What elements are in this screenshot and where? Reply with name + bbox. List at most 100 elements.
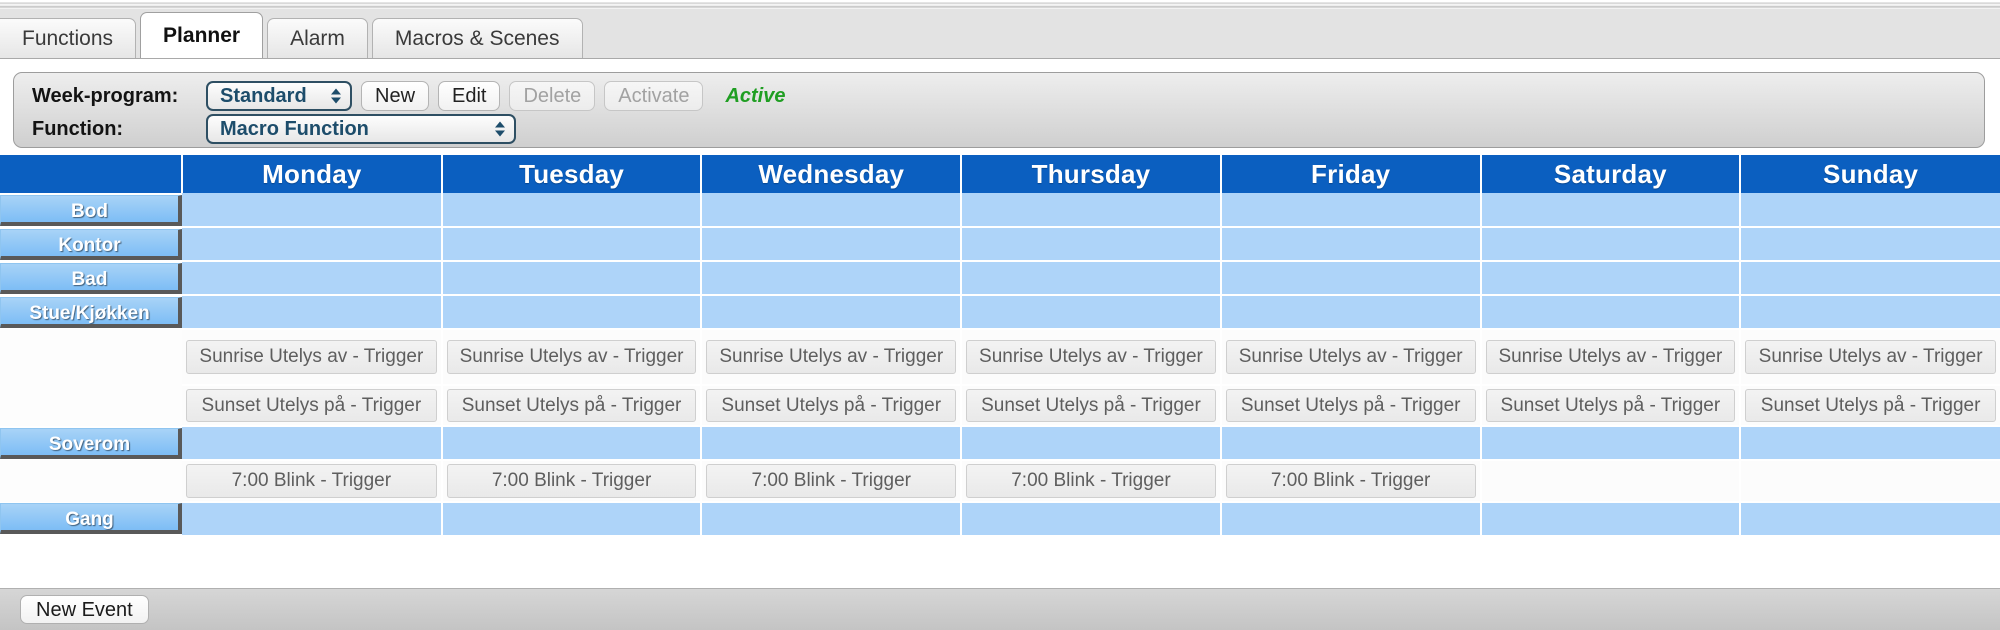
empty-cell[interactable] <box>1740 426 2000 462</box>
empty-cell[interactable] <box>441 261 703 296</box>
empty-cell[interactable] <box>182 227 443 262</box>
empty-cell[interactable] <box>961 295 1222 330</box>
event-item[interactable]: Sunset Utelys på - Trigger <box>1485 389 1736 423</box>
empty-cell[interactable] <box>182 501 443 537</box>
empty-cell[interactable] <box>1740 460 2000 503</box>
empty-cell[interactable] <box>1480 501 1742 537</box>
event-item[interactable]: Sunrise Utelys av - Trigger <box>1225 340 1476 374</box>
event-item[interactable]: Sunrise Utelys av - Trigger <box>706 340 957 374</box>
empty-cell[interactable] <box>182 426 443 462</box>
room-button-gang[interactable]: Gang <box>0 503 182 535</box>
empty-cell[interactable] <box>1480 295 1742 330</box>
event-cell[interactable]: 7:00 Blink - Trigger <box>961 460 1222 503</box>
empty-cell[interactable] <box>1480 193 1742 228</box>
room-button-kontor[interactable]: Kontor <box>0 228 182 260</box>
empty-cell[interactable] <box>701 227 963 262</box>
event-cell[interactable]: Sunrise Utelys av - Trigger <box>701 329 963 386</box>
event-item[interactable]: Sunset Utelys på - Trigger <box>706 389 957 423</box>
event-item[interactable]: 7:00 Blink - Trigger <box>966 464 1216 498</box>
event-cell[interactable]: Sunset Utelys på - Trigger <box>441 385 703 428</box>
event-cell[interactable]: Sunset Utelys på - Trigger <box>701 385 963 428</box>
event-item[interactable]: 7:00 Blink - Trigger <box>186 464 437 498</box>
room-button-bod[interactable]: Bod <box>0 194 182 226</box>
empty-cell[interactable] <box>441 501 703 537</box>
event-item[interactable]: Sunrise Utelys av - Trigger <box>1745 340 1996 374</box>
empty-cell[interactable] <box>1220 193 1482 228</box>
empty-cell[interactable] <box>961 426 1222 462</box>
event-item[interactable]: Sunset Utelys på - Trigger <box>966 389 1216 423</box>
room-button-stue-kjøkken[interactable]: Stue/Kjøkken <box>0 296 182 328</box>
tab-planner[interactable]: Planner <box>140 12 264 58</box>
week-program-select[interactable]: Standard <box>206 81 352 111</box>
empty-cell[interactable] <box>182 295 443 330</box>
event-cell[interactable]: Sunrise Utelys av - Trigger <box>1480 329 1742 386</box>
event-item[interactable]: Sunset Utelys på - Trigger <box>446 389 697 423</box>
empty-cell[interactable] <box>1220 295 1482 330</box>
event-item[interactable]: Sunset Utelys på - Trigger <box>1745 389 1996 423</box>
event-item[interactable]: Sunrise Utelys av - Trigger <box>446 340 697 374</box>
event-cell[interactable]: Sunset Utelys på - Trigger <box>1480 385 1742 428</box>
empty-cell[interactable] <box>1480 227 1742 262</box>
empty-cell[interactable] <box>701 193 963 228</box>
event-cell[interactable]: 7:00 Blink - Trigger <box>441 460 703 503</box>
empty-cell[interactable] <box>441 227 703 262</box>
tab-alarm[interactable]: Alarm <box>267 18 368 58</box>
event-item[interactable]: Sunrise Utelys av - Trigger <box>186 340 437 374</box>
room-button-bad[interactable]: Bad <box>0 262 182 294</box>
event-cell[interactable]: Sunset Utelys på - Trigger <box>1220 385 1482 428</box>
room-button-soverom[interactable]: Soverom <box>0 427 182 459</box>
empty-cell[interactable] <box>701 261 963 296</box>
empty-cell[interactable] <box>441 295 703 330</box>
empty-cell[interactable] <box>1480 460 1742 503</box>
new-event-button[interactable]: New Event <box>20 595 149 624</box>
empty-cell[interactable] <box>441 426 703 462</box>
event-cell[interactable]: 7:00 Blink - Trigger <box>182 460 443 503</box>
week-program-label: Week-program: <box>32 84 179 107</box>
empty-cell[interactable] <box>961 227 1222 262</box>
empty-cell[interactable] <box>1220 227 1482 262</box>
event-item[interactable]: Sunrise Utelys av - Trigger <box>966 340 1216 374</box>
event-cell[interactable]: Sunrise Utelys av - Trigger <box>182 329 443 386</box>
event-cell[interactable]: Sunrise Utelys av - Trigger <box>1220 329 1482 386</box>
event-item[interactable]: Sunset Utelys på - Trigger <box>1225 389 1476 423</box>
empty-cell[interactable] <box>1220 261 1482 296</box>
event-cell[interactable]: 7:00 Blink - Trigger <box>1220 460 1482 503</box>
event-cell[interactable]: Sunset Utelys på - Trigger <box>961 385 1222 428</box>
event-item[interactable]: Sunset Utelys på - Trigger <box>186 389 437 423</box>
event-cell[interactable]: Sunrise Utelys av - Trigger <box>441 329 703 386</box>
schedule-grid: Monday Tuesday Wednesday Thursday Friday Satu… <box>0 155 2000 537</box>
empty-cell[interactable] <box>182 261 443 296</box>
empty-cell[interactable] <box>441 193 703 228</box>
empty-cell[interactable] <box>1740 295 2000 330</box>
week-program-select-value: Standard <box>220 84 307 107</box>
event-cell[interactable]: Sunset Utelys på - Trigger <box>182 385 443 428</box>
empty-cell[interactable] <box>701 426 963 462</box>
event-item[interactable]: Sunrise Utelys av - Trigger <box>1485 340 1736 374</box>
empty-cell[interactable] <box>1220 426 1482 462</box>
empty-cell[interactable] <box>182 193 443 228</box>
empty-cell[interactable] <box>1740 227 2000 262</box>
event-cell[interactable]: Sunset Utelys på - Trigger <box>1740 385 2000 428</box>
empty-cell[interactable] <box>961 261 1222 296</box>
tab-functions[interactable]: Functions <box>0 18 137 58</box>
empty-cell[interactable] <box>961 193 1222 228</box>
function-select[interactable]: Macro Function <box>206 114 516 144</box>
empty-cell[interactable] <box>701 501 963 537</box>
empty-cell[interactable] <box>1740 193 2000 228</box>
empty-cell[interactable] <box>1740 261 2000 296</box>
empty-cell[interactable] <box>1480 426 1742 462</box>
empty-cell[interactable] <box>701 295 963 330</box>
empty-cell[interactable] <box>1740 501 2000 537</box>
empty-cell[interactable] <box>961 501 1222 537</box>
empty-cell[interactable] <box>1220 501 1482 537</box>
event-item[interactable]: 7:00 Blink - Trigger <box>1225 464 1476 498</box>
event-cell[interactable]: Sunrise Utelys av - Trigger <box>1740 329 2000 386</box>
event-item[interactable]: 7:00 Blink - Trigger <box>446 464 697 498</box>
event-item[interactable]: 7:00 Blink - Trigger <box>706 464 957 498</box>
new-button[interactable]: New <box>361 81 430 111</box>
tab-macros-scenes[interactable]: Macros & Scenes <box>371 18 583 58</box>
event-cell[interactable]: Sunrise Utelys av - Trigger <box>961 329 1222 386</box>
empty-cell[interactable] <box>1480 261 1742 296</box>
edit-button[interactable]: Edit <box>438 81 501 111</box>
event-cell[interactable]: 7:00 Blink - Trigger <box>701 460 963 503</box>
